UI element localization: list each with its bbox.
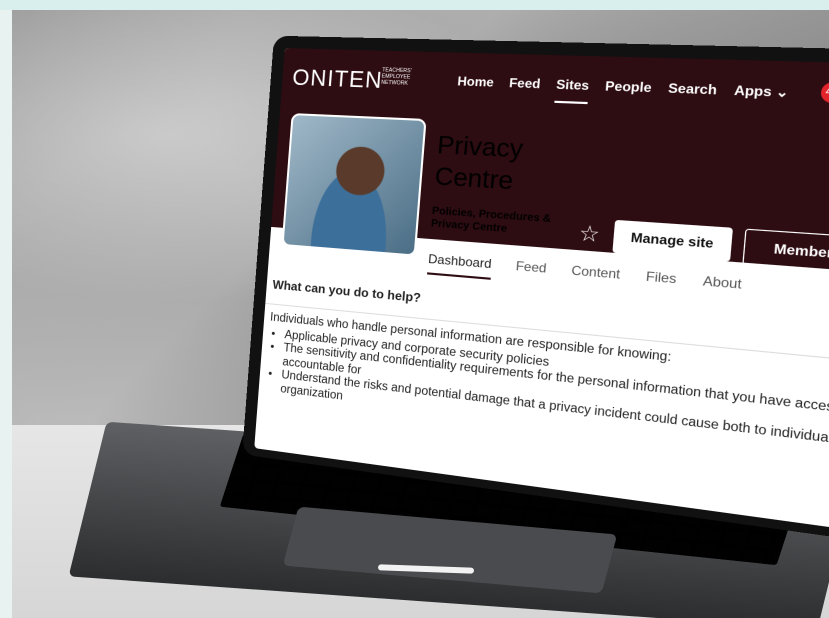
top-nav: Home Feed Sites People Search Apps ⌄ xyxy=(457,74,789,101)
manage-site-button[interactable]: Manage site xyxy=(612,219,733,262)
nav-feed[interactable]: Feed xyxy=(509,75,541,91)
brand-logo-sub: TEACHERS' EMPLOYEE NETWORK xyxy=(380,67,412,87)
star-icon[interactable]: ☆ xyxy=(578,220,601,249)
card-title: What can you do to help? xyxy=(272,277,422,306)
tab-dashboard[interactable]: Dashboard xyxy=(426,251,493,280)
tab-about[interactable]: About xyxy=(702,273,742,301)
tab-content[interactable]: Content xyxy=(570,263,621,291)
tab-feed[interactable]: Feed xyxy=(515,258,547,284)
top-band xyxy=(0,0,829,10)
site-avatar xyxy=(281,113,427,257)
card-content: Individuals who handle personal informat… xyxy=(264,311,829,473)
site-title: Privacy Centre xyxy=(433,131,525,196)
member-button[interactable]: Member xyxy=(742,228,829,274)
nav-search[interactable]: Search xyxy=(668,80,718,97)
left-edge xyxy=(0,10,12,618)
nav-sites[interactable]: Sites xyxy=(556,77,590,93)
nav-home[interactable]: Home xyxy=(457,74,494,90)
notification-badge[interactable]: 40 xyxy=(820,81,829,104)
tab-files[interactable]: Files xyxy=(645,269,677,296)
brand-logo[interactable]: ONITEN xyxy=(291,65,384,95)
laptop-screen: ONITEN TEACHERS' EMPLOYEE NETWORK Home F… xyxy=(254,48,829,540)
nav-people[interactable]: People xyxy=(605,78,653,95)
nav-apps[interactable]: Apps ⌄ xyxy=(733,83,789,101)
scene: ONITEN TEACHERS' EMPLOYEE NETWORK Home F… xyxy=(0,0,829,618)
